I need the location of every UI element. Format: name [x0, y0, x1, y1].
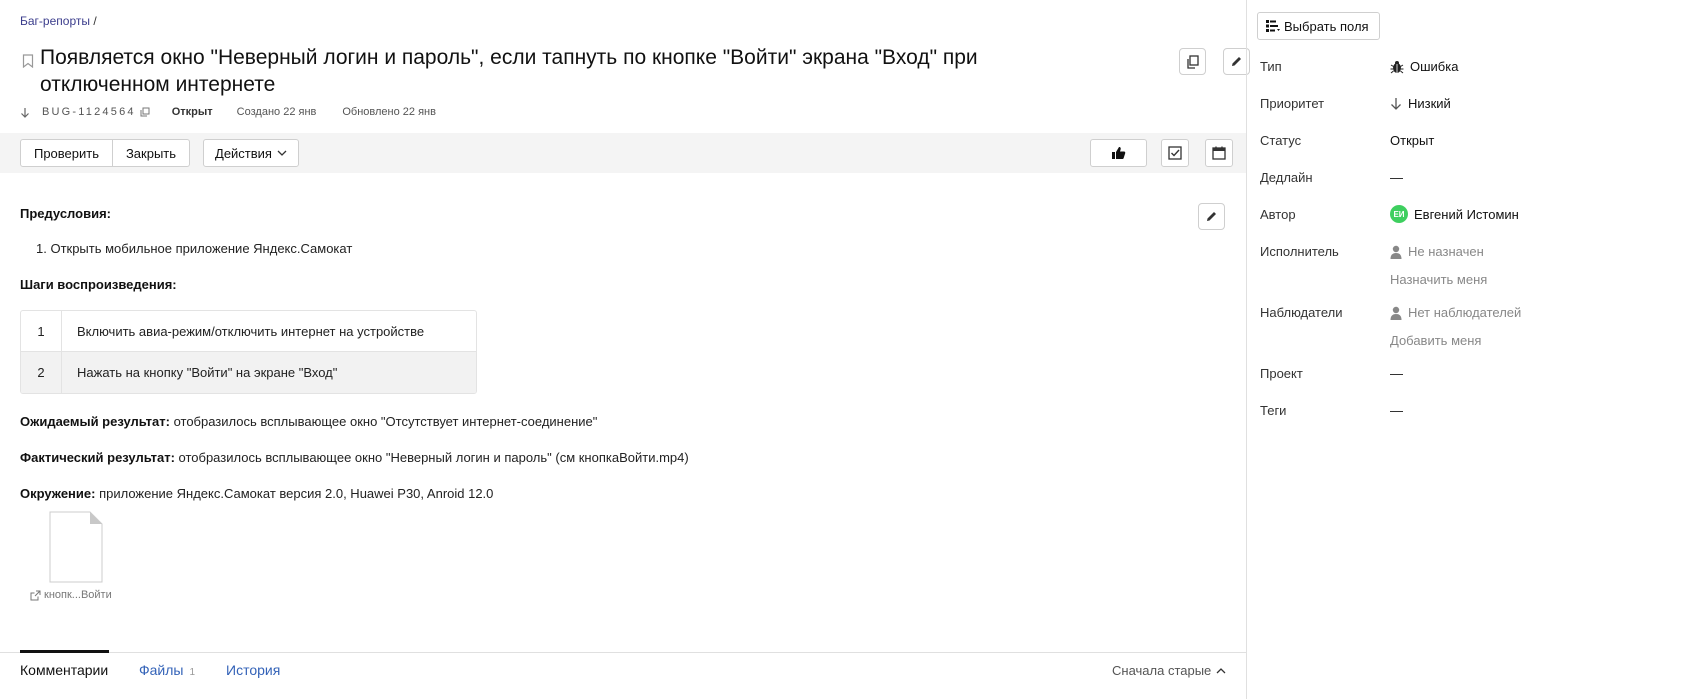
expected-text: отобразилось всплывающее окно "Отсутству… — [169, 414, 598, 429]
calendar-icon — [1212, 146, 1226, 160]
user-icon — [1390, 306, 1402, 320]
status-badge: Открыт — [171, 106, 213, 118]
created-date: Создано 22 янв — [236, 106, 317, 118]
attachment-filename: кнопк...Войти — [44, 589, 112, 601]
step-number: 1 — [21, 311, 62, 351]
field-label-deadline: Дедлайн — [1260, 170, 1313, 185]
user-icon — [1390, 245, 1402, 259]
chevron-up-icon — [1216, 667, 1226, 673]
close-button[interactable]: Закрыть — [113, 139, 190, 167]
followers-value: Нет наблюдателей — [1408, 305, 1522, 320]
preconditions-heading: Предусловия: — [20, 206, 111, 221]
check-button[interactable]: Проверить — [20, 139, 113, 167]
field-value-priority[interactable]: Низкий — [1390, 96, 1451, 111]
attachment[interactable]: кнопк...Войти — [28, 511, 123, 601]
steps-heading: Шаги воспроизведения: — [20, 277, 177, 292]
field-label-status: Статус — [1260, 133, 1302, 148]
choose-fields-button[interactable]: Выбрать поля — [1257, 12, 1380, 40]
tabs-divider — [0, 652, 1246, 653]
breadcrumb: Баг-репорты / — [20, 14, 97, 28]
updated-date: Обновлено 22 янв — [342, 106, 436, 118]
calendar-button[interactable] — [1205, 139, 1233, 167]
field-value-type[interactable]: Ошибка — [1390, 59, 1458, 74]
edit-description-button[interactable] — [1198, 203, 1225, 230]
copy-link-button[interactable] — [1179, 48, 1206, 75]
priority-value: Низкий — [1408, 96, 1451, 111]
field-value-deadline[interactable]: — — [1390, 170, 1403, 185]
issue-main-panel: Баг-репорты / Появляется окно "Неверный … — [0, 0, 1250, 699]
arrow-down-icon — [21, 107, 29, 118]
actual-text: отобразилось всплывающее окно "Неверный … — [174, 450, 689, 465]
breadcrumb-separator: / — [89, 14, 97, 28]
environment-text: приложение Яндекс.Самокат версия 2.0, Hu… — [95, 486, 494, 501]
fields-list-icon — [1266, 20, 1280, 32]
attachment-name[interactable]: кнопк...Войти — [30, 589, 112, 601]
copy-icon — [1186, 54, 1199, 69]
field-label-project: Проект — [1260, 366, 1303, 381]
step-text: Включить авиа-режим/отключить интернет н… — [77, 323, 425, 339]
actual-result: Фактический результат: отобразилось вспл… — [20, 450, 689, 465]
copy-key-icon[interactable] — [140, 107, 150, 117]
vote-button[interactable] — [1090, 139, 1147, 167]
chevron-down-icon — [277, 150, 287, 156]
tab-files[interactable]: Файлы 1 — [139, 662, 195, 678]
external-link-icon — [30, 590, 41, 600]
field-label-followers: Наблюдатели — [1260, 305, 1343, 320]
checklist-button[interactable] — [1161, 139, 1189, 167]
assignee-value: Не назначен — [1408, 244, 1484, 259]
actual-label: Фактический результат: — [20, 450, 175, 465]
sort-label: Сначала старые — [1112, 663, 1212, 678]
field-label-type: Тип — [1260, 59, 1282, 74]
pencil-icon — [1232, 57, 1241, 66]
active-tab-indicator — [20, 650, 109, 653]
bookmark-icon[interactable] — [22, 54, 34, 68]
expected-label: Ожидаемый результат: — [20, 414, 170, 429]
type-value: Ошибка — [1410, 59, 1459, 74]
tab-comments[interactable]: Комментарии — [20, 662, 108, 678]
field-label-assignee: Исполнитель — [1260, 244, 1339, 259]
field-value-assignee[interactable]: Не назначен — [1390, 244, 1484, 259]
assign-me-link[interactable]: Назначить меня — [1390, 272, 1487, 287]
issue-key[interactable]: BUG-1124564 — [42, 106, 136, 118]
precondition-item: 1. Открыть мобильное приложение Яндекс.С… — [36, 241, 353, 256]
arrow-down-icon — [1390, 97, 1402, 110]
tab-history[interactable]: История — [226, 662, 280, 678]
field-value-project[interactable]: — — [1390, 366, 1403, 381]
field-value-author[interactable]: ЕИ Евгений Истомин — [1390, 205, 1519, 223]
pencil-icon — [1207, 212, 1216, 221]
expected-result: Ожидаемый результат: отобразилось всплыв… — [20, 414, 597, 429]
environment: Окружение: приложение Яндекс.Самокат вер… — [20, 486, 493, 501]
actions-dropdown[interactable]: Действия — [203, 139, 299, 167]
actions-label: Действия — [215, 145, 272, 161]
table-row: 2 Нажать на кнопку "Войти" на экране "Вх… — [21, 352, 476, 393]
breadcrumb-link-bug-reports[interactable]: Баг-репорты — [20, 14, 90, 28]
tab-files-label: Файлы — [139, 662, 184, 678]
field-label-priority: Приоритет — [1260, 96, 1325, 111]
sort-toggle[interactable]: Сначала старые — [1112, 663, 1226, 678]
bug-icon — [1390, 60, 1404, 74]
author-name: Евгений Истомин — [1414, 206, 1519, 222]
avatar: ЕИ — [1390, 205, 1408, 223]
field-label-author: Автор — [1260, 207, 1296, 222]
step-text: Нажать на кнопку "Войти" на экране "Вход… — [77, 365, 338, 380]
field-value-followers[interactable]: Нет наблюдателей — [1390, 305, 1521, 320]
table-row: 1 Включить авиа-режим/отключить интернет… — [21, 311, 476, 352]
step-number: 2 — [21, 352, 62, 393]
field-label-tags: Теги — [1260, 403, 1287, 418]
field-value-status[interactable]: Открыт — [1390, 133, 1434, 148]
tab-files-count: 1 — [189, 667, 196, 678]
choose-fields-label: Выбрать поля — [1284, 18, 1369, 34]
environment-label: Окружение: — [20, 486, 96, 501]
issue-sidebar: Выбрать поля Тип Ошибка Приоритет Низкий… — [1246, 0, 1695, 699]
steps-table: 1 Включить авиа-режим/отключить интернет… — [20, 310, 477, 394]
add-me-link[interactable]: Добавить меня — [1390, 333, 1481, 348]
issue-title: Появляется окно "Неверный логин и пароль… — [40, 46, 978, 96]
checkbox-icon — [1168, 146, 1182, 160]
thumbs-up-icon — [1112, 147, 1126, 159]
field-value-tags[interactable]: — — [1390, 403, 1403, 418]
file-icon — [49, 511, 103, 583]
issue-meta: BUG-1124564 Открыт Создано 22 янв Обновл… — [20, 106, 436, 118]
issue-toolbar: Проверить Закрыть Действия — [0, 133, 1246, 173]
